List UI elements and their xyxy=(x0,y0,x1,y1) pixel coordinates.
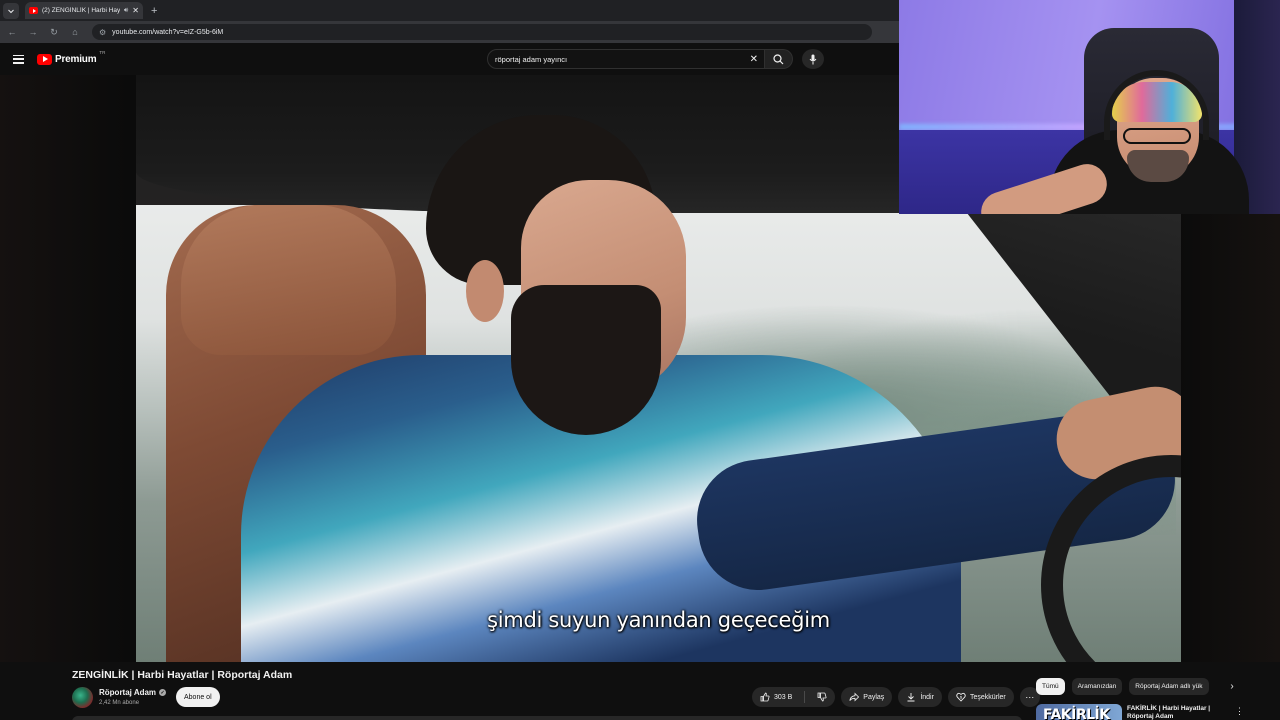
download-label: İndir xyxy=(920,693,934,701)
like-divider xyxy=(804,691,806,703)
recommendation-title[interactable]: FAKİRLİK | Harbi Hayatlar | Röportaj Ada… xyxy=(1127,705,1227,720)
dislike-button[interactable] xyxy=(809,687,835,707)
back-icon[interactable]: ← xyxy=(6,27,18,37)
address-bar[interactable]: ⚙︎ youtube.com/watch?v=eIZ-G5b-6iM xyxy=(92,24,872,40)
thanks-heart-icon: $ xyxy=(956,692,966,702)
chip-channel-uploads[interactable]: Röportaj Adam adlı yük xyxy=(1129,678,1209,695)
subscribe-button[interactable]: Abone ol xyxy=(176,687,220,707)
share-icon xyxy=(849,692,860,702)
share-button[interactable]: Paylaş xyxy=(841,687,893,707)
chip-all[interactable]: Tümü xyxy=(1036,678,1065,695)
chip-from-search[interactable]: Aramanızdan xyxy=(1071,678,1123,695)
channel-avatar[interactable] xyxy=(72,687,93,708)
recommendation-thumbnail[interactable]: FAKİRLİK xyxy=(1036,704,1122,720)
search-input[interactable]: röportaj adam yayıncı ✕ xyxy=(487,49,765,69)
browser-toolbar: ← → ↻ ⌂ ⚙︎ youtube.com/watch?v=eIZ-G5b-6… xyxy=(0,21,900,43)
logo-text: Premium xyxy=(55,53,97,65)
close-tab-icon[interactable]: ✕ xyxy=(132,6,139,15)
new-tab-icon[interactable]: + xyxy=(151,5,157,17)
tab-search-button[interactable] xyxy=(3,2,19,19)
video-actions: 303 B Paylaş İndir $ Teşekkürler ⋯ xyxy=(752,687,1040,707)
reload-icon[interactable]: ↻ xyxy=(48,27,60,38)
verified-icon: ✓ xyxy=(159,689,167,696)
share-label: Paylaş xyxy=(863,693,885,701)
channel-name-row[interactable]: Röportaj Adam ✓ xyxy=(99,688,167,697)
thumbs-down-icon xyxy=(817,692,827,702)
channel-name: Röportaj Adam xyxy=(99,688,157,697)
video-subtitle: şimdi suyun yanından geçeceğim xyxy=(487,608,830,632)
search-icon xyxy=(773,53,784,64)
browser-tab-active[interactable]: (2) ZENGİNLİK | Harbi Hayatlar 🔊︎ ✕ xyxy=(25,2,143,19)
description-box[interactable] xyxy=(72,716,1022,720)
voice-search-button[interactable] xyxy=(802,49,824,69)
sidebar-filter-chips: Tümü Aramanızdan Röportaj Adam adlı yük xyxy=(1036,678,1236,695)
driver-ear xyxy=(466,260,504,322)
microphone-icon xyxy=(809,54,817,64)
home-icon[interactable]: ⌂ xyxy=(69,27,81,37)
driver-beard xyxy=(511,285,661,435)
driver-head xyxy=(426,115,686,435)
menu-icon[interactable] xyxy=(13,54,24,64)
download-button[interactable]: İndir xyxy=(898,687,942,707)
video-info-area: ZENGİNLİK | Harbi Hayatlar | Röportaj Ad… xyxy=(0,662,1280,720)
clear-search-icon[interactable]: ✕ xyxy=(750,54,758,65)
thanks-label: Teşekkürler xyxy=(969,693,1006,701)
download-icon xyxy=(907,693,915,702)
like-dislike-group: 303 B xyxy=(752,687,836,707)
browser-tab-title: (2) ZENGİNLİK | Harbi Hayatlar xyxy=(42,7,120,14)
youtube-premium-logo[interactable]: Premium TR xyxy=(37,50,105,65)
youtube-masthead: Premium TR röportaj adam yayıncı ✕ xyxy=(0,43,900,75)
streamer-glasses xyxy=(1123,128,1191,144)
youtube-logo-icon xyxy=(37,53,52,65)
chevron-right-icon[interactable]: › xyxy=(1226,678,1238,695)
logo-country-code: TR xyxy=(99,49,106,55)
search-button[interactable] xyxy=(765,49,793,69)
browser-tabstrip: (2) ZENGİNLİK | Harbi Hayatlar 🔊︎ ✕ + xyxy=(0,0,900,21)
subscriber-count: 2,42 Mn abone xyxy=(99,700,140,706)
like-count: 303 B xyxy=(774,693,793,701)
screen: (2) ZENGİNLİK | Harbi Hayatlar 🔊︎ ✕ + ← … xyxy=(0,0,1280,720)
speaker-icon[interactable]: 🔊︎ xyxy=(124,7,128,15)
thanks-button[interactable]: $ Teşekkürler xyxy=(947,687,1014,707)
streamer-webcam xyxy=(899,0,1280,214)
address-bar-url: youtube.com/watch?v=eIZ-G5b-6iM xyxy=(112,28,224,36)
search-query: röportaj adam yayıncı xyxy=(495,54,568,64)
like-button[interactable]: 303 B xyxy=(752,687,800,707)
recommendation-thumb-text: FAKİRLİK xyxy=(1043,707,1110,720)
svg-text:$: $ xyxy=(960,694,963,699)
site-info-icon[interactable]: ⚙︎ xyxy=(99,28,106,37)
video-title: ZENGİNLİK | Harbi Hayatlar | Röportaj Ad… xyxy=(72,669,293,681)
forward-icon[interactable]: → xyxy=(27,27,39,37)
recommendation-menu-icon[interactable]: ⋮ xyxy=(1235,706,1244,717)
thumbs-up-icon xyxy=(760,692,770,702)
chevron-down-icon xyxy=(8,9,14,13)
youtube-favicon-icon xyxy=(29,7,38,14)
seat-headrest xyxy=(181,205,396,355)
